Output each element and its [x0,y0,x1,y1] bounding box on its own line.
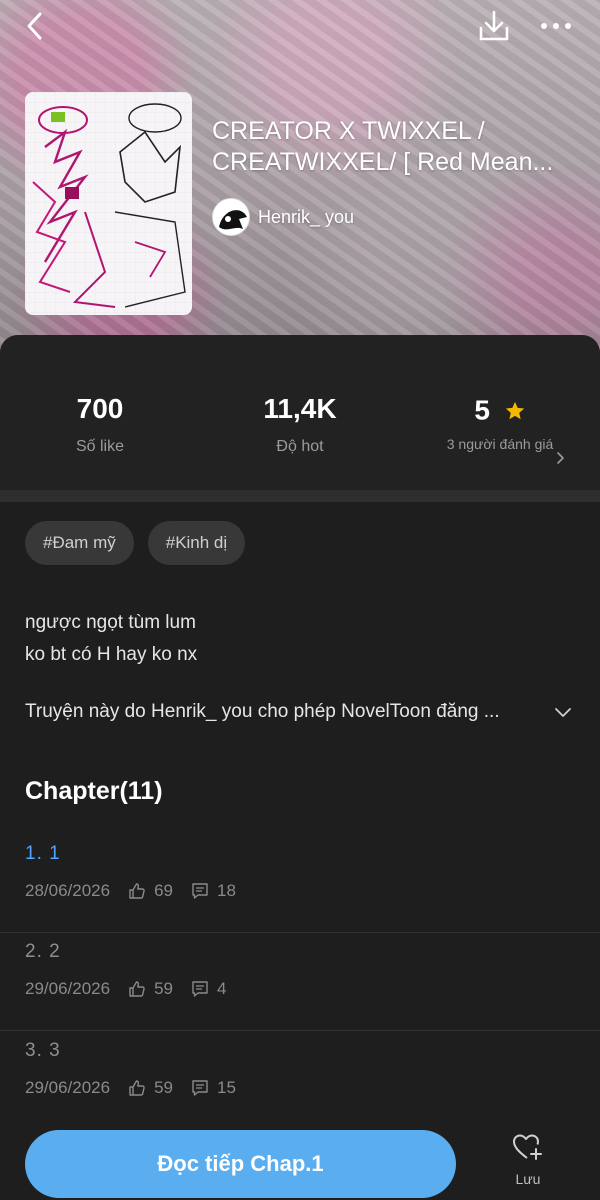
chapter-likes: 69 [154,881,174,900]
hot-label: Độ hot [276,438,324,455]
continue-reading-button[interactable]: Đọc tiếp Chap.1 [25,1130,456,1198]
likes-value: 700 [76,393,124,424]
permission-text[interactable]: Truyện này do Henrik_ you cho phép Novel… [25,701,575,723]
author-row[interactable]: Henrik_ you [212,198,354,236]
chapter-name: 3. 3 [25,1040,61,1061]
rating-stat[interactable]: 5 3 người đánh giá [400,391,600,454]
chevron-right-icon[interactable] [555,450,567,466]
chapter-comments: 18 [217,881,236,900]
chapter-name: 2. 2 [25,941,61,962]
chapter-date: 29/06/2026 [25,1078,111,1097]
thumbs-up-icon [129,883,145,899]
book-title: CREATOR X TWIXXEL / CREATWIXXEL/ [ Red M… [212,117,554,176]
chapter-likes: 59 [154,979,174,998]
bottom-action-bar: Đọc tiếp Chap.1 Lưu [0,1110,600,1200]
comment-icon [192,883,208,899]
likes-label: Số like [75,438,125,455]
avatar-image [213,199,249,235]
chapter-meta: 28/06/2026 69 18 [25,881,236,901]
chevron-left-icon [27,12,42,40]
back-button[interactable] [18,8,54,44]
description-line: ko bt có H hay ko nx [25,644,198,665]
chapter-comments: 4 [217,979,227,998]
chapter-row[interactable]: 2. 2 29/06/2026 59 4 [0,933,600,1031]
tag-list: #Đam mỹ #Kinh dị [25,521,246,565]
description: ngược ngọt tùm lum ko bt có H hay ko nx [25,607,585,671]
chapter-comments: 15 [217,1078,236,1097]
stats-section: 700 Số like 11,4K Độ hot 5 3 người đánh … [0,335,600,490]
likes-stat: 700 Số like [0,391,200,457]
main-panel: 700 Số like 11,4K Độ hot 5 3 người đánh … [0,335,600,1200]
save-button[interactable]: Lưu [496,1132,560,1187]
download-button[interactable] [474,6,514,46]
star-icon [505,401,524,419]
tag-chip[interactable]: #Đam mỹ [25,521,134,565]
book-cover[interactable] [25,92,192,315]
author-name[interactable]: Henrik_ you [258,207,354,228]
heart-plus-icon [513,1134,542,1160]
hot-stat: 11,4K Độ hot [200,391,400,457]
more-button[interactable] [536,8,576,44]
row-divider [0,1030,600,1031]
chapter-name: 1. 1 [25,843,61,864]
chapter-date: 28/06/2026 [25,881,111,900]
comment-icon [192,981,208,997]
top-bar [0,0,600,52]
tag-chip[interactable]: #Kinh dị [147,521,246,565]
comment-icon [192,1080,208,1096]
section-divider [0,490,600,502]
author-avatar[interactable] [212,198,250,236]
more-horizontal-icon [541,23,571,29]
description-line: ngược ngọt tùm lum [25,612,196,633]
chapters-heading: Chapter(11) [25,777,163,805]
rating-label: 3 người đánh giá [446,436,554,452]
thumbs-up-icon [129,981,145,997]
cover-artwork [25,92,192,315]
chapter-likes: 59 [154,1078,174,1097]
download-icon [479,10,509,41]
chapter-row[interactable]: 1. 1 28/06/2026 69 18 [0,835,600,933]
chapter-meta: 29/06/2026 59 4 [25,979,226,999]
chapter-date: 29/06/2026 [25,979,111,998]
hot-value: 11,4K [263,393,337,424]
rating-value: 5 [474,394,490,426]
chapter-meta: 29/06/2026 59 15 [25,1078,236,1098]
rating-value-row: 5 [400,391,600,427]
save-label: Lưu [515,1171,541,1187]
thumbs-up-icon [129,1080,145,1096]
chevron-down-icon[interactable] [553,706,573,720]
